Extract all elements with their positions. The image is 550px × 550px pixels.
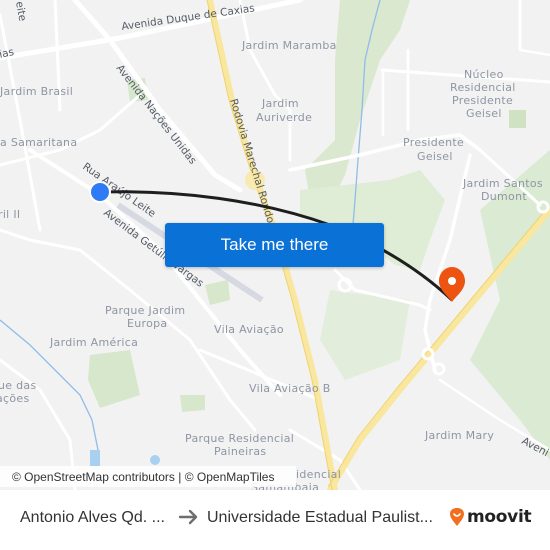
label-parque-residencial-paineiras: Paineiras — [214, 445, 266, 458]
road — [518, 0, 550, 57]
label-jardim-auriverde: Auriverde — [256, 111, 312, 124]
label-jardim-mary: Jardim Mary — [424, 429, 494, 442]
moovit-logo: moovit — [449, 507, 532, 527]
label-jardim-santos-dumont: Dumont — [481, 190, 527, 203]
label-presidente-geisel: Geisel — [417, 150, 453, 163]
origin-stop-name: Antonio Alves Qd. ... — [20, 509, 165, 526]
map-attribution[interactable]: © OpenStreetMap contributors | © OpenMap… — [0, 466, 296, 487]
label-jardim-brasil: Jardim Brasil — [0, 85, 73, 98]
map-pin-icon[interactable] — [439, 267, 465, 302]
label-samaritana: a Samaritana — [0, 136, 77, 149]
label-nucleo: Presidente — [452, 94, 513, 107]
water — [150, 455, 160, 465]
park-area — [88, 350, 140, 408]
destination-name: Universidade Estadual Paulist... — [207, 509, 433, 526]
road-label-leite-top: eite — [13, 0, 28, 22]
label-jardim-maramba: Jardim Maramba — [241, 39, 337, 52]
label-nucleo: Geisel — [466, 107, 502, 120]
road-label-caxias-left: ias — [0, 46, 15, 61]
road-label-duque-de-caxias: Avenida Duque de Caxias — [121, 2, 256, 33]
label-residencial-samambaia: idencial — [296, 468, 341, 481]
label-jardim-america: Jardim América — [49, 336, 138, 349]
water — [90, 450, 100, 466]
park-area — [320, 290, 410, 380]
map-canvas[interactable]: Jardim Maramba Jardim Brasil Jardim Auri… — [0, 0, 550, 490]
roundabout — [432, 362, 446, 376]
label-jardim-auriverde: Jardim — [261, 97, 299, 110]
road-getulio-vargas — [28, 148, 282, 397]
label-parque-das-nacoes: ações — [0, 392, 30, 405]
label-nucleo: Residencial — [450, 81, 516, 94]
park-area — [205, 280, 230, 305]
arrow-right-icon — [178, 507, 200, 532]
label-parque-jardim-europa: Parque Jardim — [105, 304, 185, 317]
label-vila-aviacao-b: Vila Aviação B — [249, 382, 331, 395]
label-ril-ii: ril II — [0, 208, 20, 221]
moovit-wordmark: moovit — [467, 507, 532, 527]
park-area — [509, 110, 526, 128]
label-nucleo: Núcleo — [464, 68, 504, 81]
origin-dot-icon[interactable] — [89, 181, 111, 203]
label-jardim-santos-dumont: Jardim Santos — [462, 177, 543, 190]
take-me-there-button[interactable]: Take me there — [165, 223, 384, 267]
route-footer: Antonio Alves Qd. ... Universidade Estad… — [0, 490, 550, 550]
label-parque-residencial-paineiras: Parque Residencial — [185, 432, 294, 445]
label-parque-das-nacoes: ue das — [0, 379, 37, 392]
label-presidente-geisel: Presidente — [403, 136, 464, 149]
park-area — [180, 395, 205, 412]
label-vila-aviacao: Vila Aviação — [214, 323, 284, 336]
label-parque-jardim-europa: Europa — [127, 317, 167, 330]
attribution-text[interactable]: © OpenStreetMap contributors | © OpenMap… — [12, 470, 274, 484]
moovit-pin-icon — [450, 508, 464, 526]
road-label-nacoes-unidas: Avenida Nações Unidas — [114, 62, 199, 166]
